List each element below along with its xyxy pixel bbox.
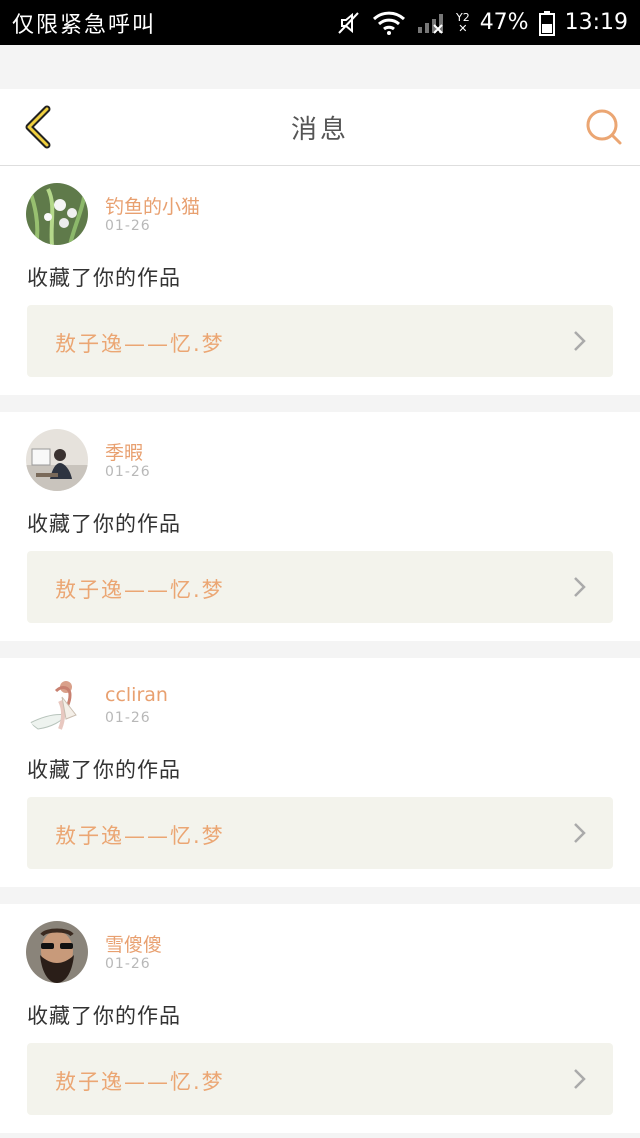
cellular-signal-icon: [416, 11, 446, 35]
sim-label: Y2: [455, 10, 470, 24]
username[interactable]: 季暇: [105, 438, 143, 465]
back-chevron-icon: [25, 105, 51, 149]
avatar[interactable]: [26, 675, 88, 737]
carrier-text: 仅限紧急呼叫: [12, 12, 157, 38]
message-card: 雪傻傻 01-26 收藏了你的作品 敖子逸——忆.梦: [0, 904, 640, 1133]
status-bar: 仅限紧急呼叫 Y2 ✕ 47% 13:19: [0, 0, 640, 45]
chevron-right-icon: [574, 331, 586, 351]
avatar[interactable]: [26, 429, 88, 491]
message-card: 钓鱼的小猫 01-26 收藏了你的作品 敖子逸——忆.梦: [0, 166, 640, 395]
chevron-right-icon: [574, 1069, 586, 1089]
work-link[interactable]: 敖子逸——忆.梦: [27, 551, 613, 623]
battery-percent: 47%: [479, 10, 529, 35]
top-spacer: [0, 45, 640, 89]
mute-icon: [336, 11, 362, 35]
work-link[interactable]: 敖子逸——忆.梦: [27, 305, 613, 377]
work-title: 敖子逸——忆.梦: [55, 332, 225, 356]
status-icons: Y2 ✕ 47% 13:19: [336, 10, 628, 36]
avatar[interactable]: [26, 183, 88, 245]
timestamp: 01-26: [105, 464, 151, 480]
work-link[interactable]: 敖子逸——忆.梦: [27, 1043, 613, 1115]
wifi-icon: [372, 11, 406, 35]
work-title: 敖子逸——忆.梦: [55, 824, 225, 848]
message-list: 钓鱼的小猫 01-26 收藏了你的作品 敖子逸——忆.梦 季暇 01-26 收藏…: [0, 166, 640, 1138]
message-card: 季暇 01-26 收藏了你的作品 敖子逸——忆.梦: [0, 412, 640, 641]
username[interactable]: ccliran: [105, 684, 168, 706]
username[interactable]: 雪傻傻: [105, 930, 162, 957]
action-text: 收藏了你的作品: [27, 1004, 181, 1028]
avatar[interactable]: [26, 921, 88, 983]
timestamp: 01-26: [105, 710, 151, 726]
search-button[interactable]: [584, 107, 624, 147]
chevron-right-icon: [574, 823, 586, 843]
message-card: ccliran 01-26 收藏了你的作品 敖子逸——忆.梦: [0, 658, 640, 887]
clock: 13:19: [564, 10, 628, 35]
work-title: 敖子逸——忆.梦: [55, 1070, 225, 1094]
timestamp: 01-26: [105, 218, 151, 234]
action-text: 收藏了你的作品: [27, 512, 181, 536]
action-text: 收藏了你的作品: [27, 266, 181, 290]
work-link[interactable]: 敖子逸——忆.梦: [27, 797, 613, 869]
header: 消息: [0, 89, 640, 166]
search-icon: [586, 109, 622, 145]
battery-icon: [538, 10, 555, 36]
chevron-right-icon: [574, 577, 586, 597]
work-title: 敖子逸——忆.梦: [55, 578, 225, 602]
sim-icon: Y2 ✕: [455, 10, 470, 35]
action-text: 收藏了你的作品: [27, 758, 181, 782]
timestamp: 01-26: [105, 956, 151, 972]
username[interactable]: 钓鱼的小猫: [105, 192, 200, 219]
page-title: 消息: [290, 114, 349, 145]
back-button[interactable]: [16, 105, 60, 149]
